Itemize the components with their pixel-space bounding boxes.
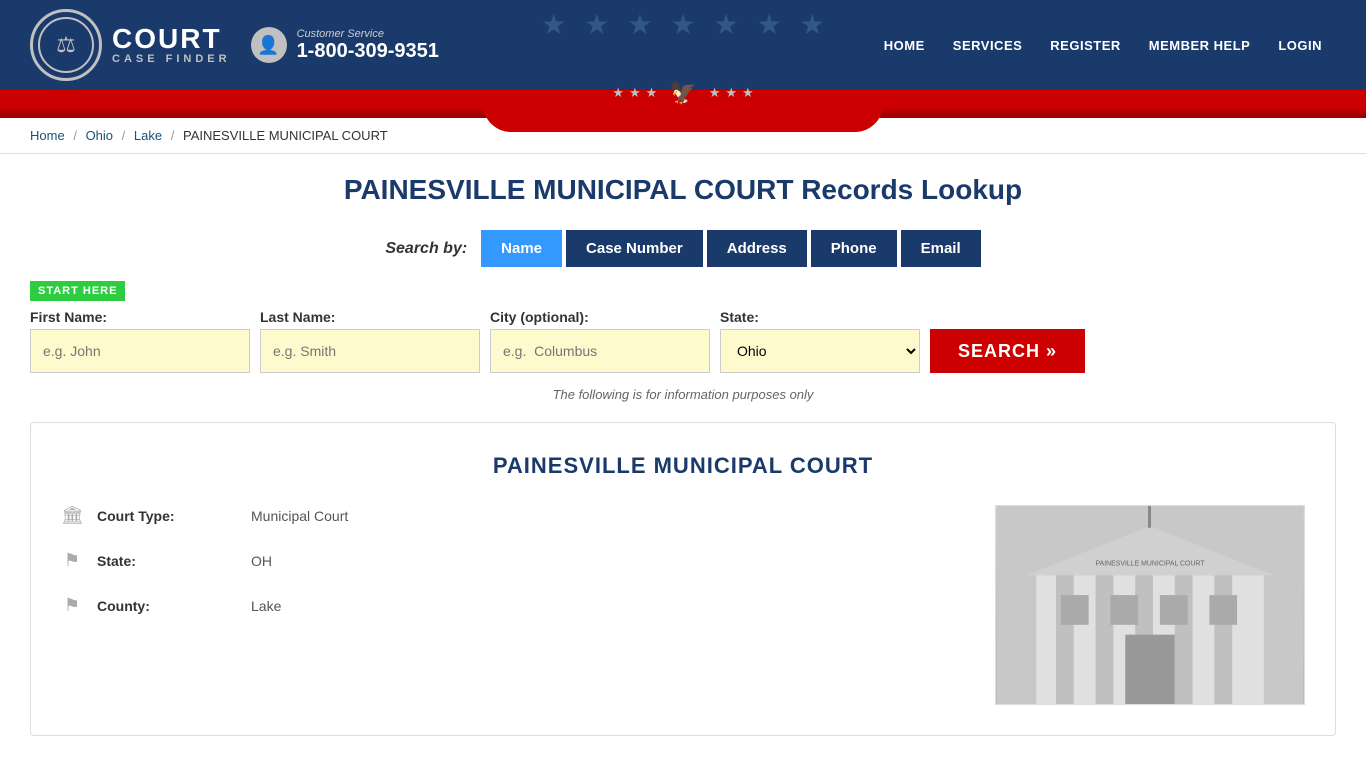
breadcrumb-home[interactable]: Home <box>30 128 65 143</box>
last-name-group: Last Name: <box>260 309 480 373</box>
start-here-badge: START HERE <box>30 281 125 301</box>
last-name-label: Last Name: <box>260 309 480 325</box>
first-name-group: First Name: <box>30 309 250 373</box>
search-section: Search by: Name Case Number Address Phon… <box>30 230 1336 402</box>
court-type-row: 🏛 Court Type: Municipal Court <box>61 505 995 526</box>
tab-phone[interactable]: Phone <box>811 230 897 267</box>
city-label: City (optional): <box>490 309 710 325</box>
nav-login[interactable]: LOGIN <box>1264 38 1336 53</box>
county-row: ⚑ County: Lake <box>61 595 995 616</box>
main-navigation: HOME SERVICES REGISTER MEMBER HELP LOGIN <box>870 38 1336 53</box>
tab-email[interactable]: Email <box>901 230 981 267</box>
nav-member-help[interactable]: MEMBER HELP <box>1135 38 1265 53</box>
search-by-label: Search by: <box>385 240 467 258</box>
first-name-label: First Name: <box>30 309 250 325</box>
state-label: State: <box>720 309 920 325</box>
breadcrumb-sep-2: / <box>122 128 126 143</box>
info-note: The following is for information purpose… <box>30 387 1336 402</box>
tab-address[interactable]: Address <box>707 230 807 267</box>
last-name-input[interactable] <box>260 329 480 373</box>
state-select[interactable]: Ohio <box>720 329 920 373</box>
nav-services[interactable]: SERVICES <box>939 38 1037 53</box>
building-icon: 🏛 <box>61 505 83 526</box>
breadcrumb-ohio[interactable]: Ohio <box>86 128 113 143</box>
court-info-section: PAINESVILLE MUNICIPAL COURT 🏛 Court Type… <box>30 422 1336 736</box>
wave-banner: ★ ★ ★ 🦅 ★ ★ ★ <box>0 90 1366 118</box>
customer-service: 👤 Customer Service 1-800-309-9351 <box>251 27 439 63</box>
court-info-body: 🏛 Court Type: Municipal Court ⚑ State: O… <box>61 505 1305 705</box>
decorative-stars: ★ ★ ★ ★ ★ ★ ★ <box>541 8 825 41</box>
nav-register[interactable]: REGISTER <box>1036 38 1134 53</box>
svg-text:PAINESVILLE MUNICIPAL COURT: PAINESVILLE MUNICIPAL COURT <box>1096 560 1206 567</box>
court-type-label: Court Type: <box>97 508 237 524</box>
building-image-placeholder: PAINESVILLE MUNICIPAL COURT <box>996 506 1304 704</box>
search-by-row: Search by: Name Case Number Address Phon… <box>30 230 1336 267</box>
state-group: State: Ohio <box>720 309 920 373</box>
city-input[interactable] <box>490 329 710 373</box>
eagle-stars-right: ★ ★ ★ <box>709 85 754 101</box>
tab-case-number[interactable]: Case Number <box>566 230 703 267</box>
search-form-row: First Name: Last Name: City (optional): … <box>30 309 1336 373</box>
first-name-input[interactable] <box>30 329 250 373</box>
county-flag-icon: ⚑ <box>61 595 83 616</box>
court-image: PAINESVILLE MUNICIPAL COURT <box>995 505 1305 705</box>
court-details: 🏛 Court Type: Municipal Court ⚑ State: O… <box>61 505 995 640</box>
logo: ⚖ COURT CASE FINDER <box>30 9 231 81</box>
breadcrumb-sep-1: / <box>73 128 77 143</box>
customer-service-label: Customer Service <box>297 28 439 40</box>
county-value: Lake <box>251 598 281 614</box>
headset-icon: 👤 <box>251 27 287 63</box>
breadcrumb-sep-3: / <box>171 128 175 143</box>
court-info-title: PAINESVILLE MUNICIPAL COURT <box>61 453 1305 479</box>
eagle-stars-left: ★ ★ ★ <box>612 85 657 101</box>
flag-icon: ⚑ <box>61 550 83 571</box>
city-group: City (optional): <box>490 309 710 373</box>
state-detail-label: State: <box>97 553 237 569</box>
page-title: PAINESVILLE MUNICIPAL COURT Records Look… <box>30 174 1336 206</box>
tab-name[interactable]: Name <box>481 230 562 267</box>
logo-circle: ⚖ <box>30 9 102 81</box>
nav-home[interactable]: HOME <box>870 38 939 53</box>
eagle-icon: 🦅 <box>669 80 696 106</box>
logo-emblem: ⚖ <box>38 17 94 73</box>
main-content: PAINESVILLE MUNICIPAL COURT Records Look… <box>0 154 1366 756</box>
customer-service-phone: 1-800-309-9351 <box>297 40 439 63</box>
court-type-value: Municipal Court <box>251 508 348 524</box>
logo-court-text: COURT <box>112 25 231 53</box>
customer-service-text: Customer Service 1-800-309-9351 <box>297 28 439 63</box>
county-label: County: <box>97 598 237 614</box>
state-row: ⚑ State: OH <box>61 550 995 571</box>
logo-case-finder-text: CASE FINDER <box>112 53 231 65</box>
breadcrumb-lake[interactable]: Lake <box>134 128 162 143</box>
search-button[interactable]: SEARCH » <box>930 329 1085 373</box>
breadcrumb-current: PAINESVILLE MUNICIPAL COURT <box>183 128 388 143</box>
eagle-banner: ★ ★ ★ 🦅 ★ ★ ★ <box>612 80 753 106</box>
logo-text: COURT CASE FINDER <box>112 25 231 65</box>
state-detail-value: OH <box>251 553 272 569</box>
